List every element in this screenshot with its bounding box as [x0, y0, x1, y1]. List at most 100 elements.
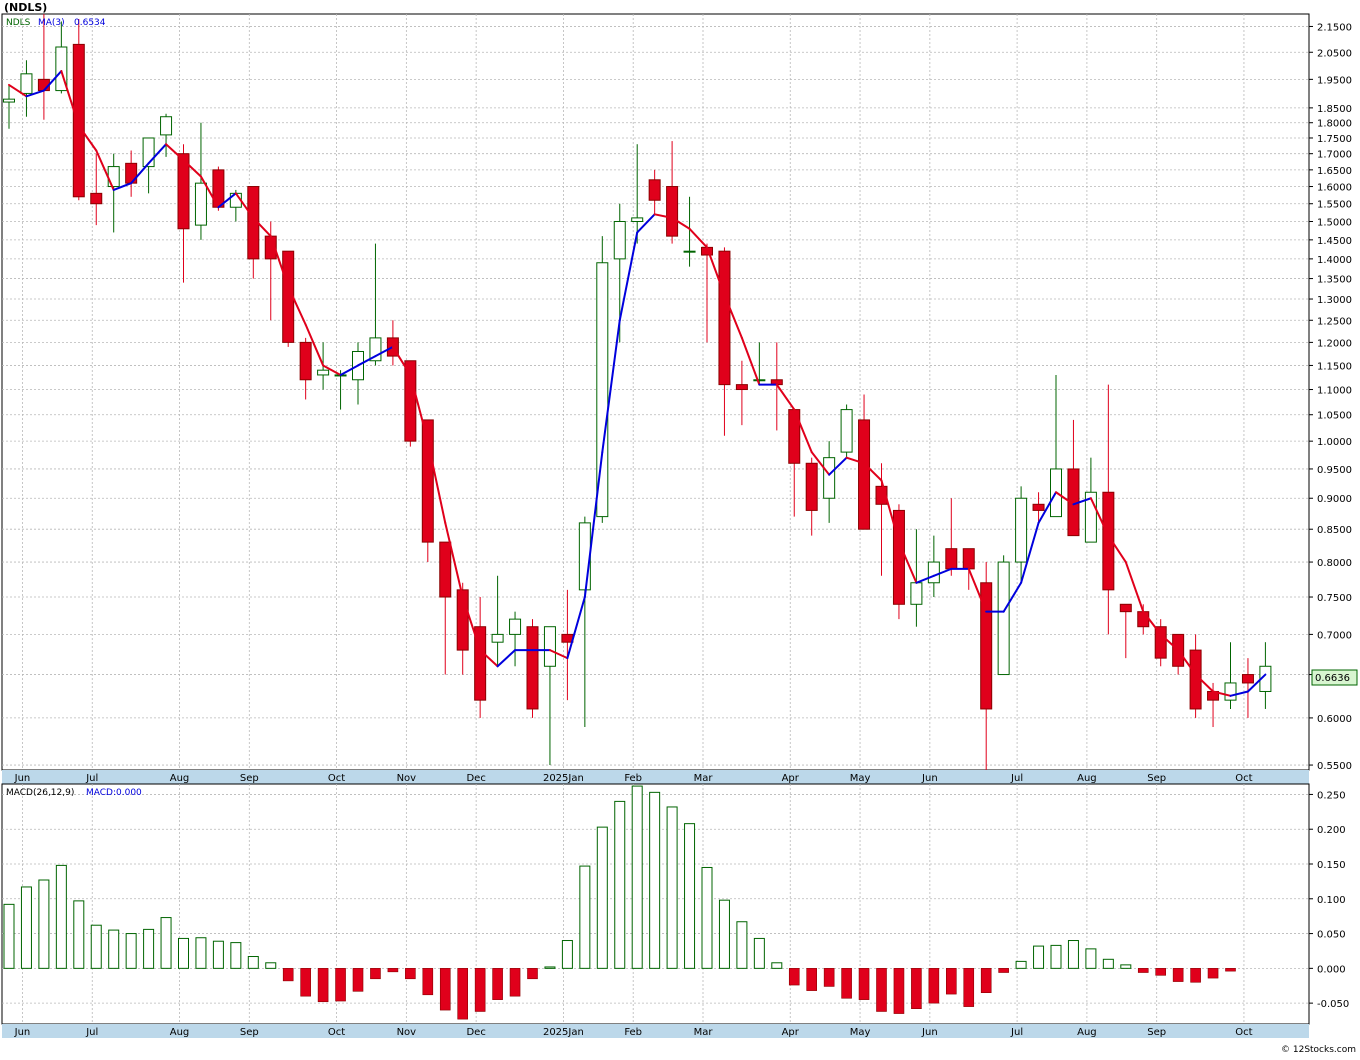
macd-bar: [980, 968, 992, 993]
candle-body: [404, 360, 417, 442]
macd-bar: [1033, 945, 1045, 969]
stock-chart: (NDLS) 0.55000.60000.65000.70000.75000.8…: [1, 1, 1358, 1055]
macd-bar: [1050, 944, 1062, 969]
macd-month-label: Aug: [1077, 1027, 1097, 1038]
price-month-label: Feb: [624, 773, 642, 784]
macd-tick-label: 0.100: [1317, 895, 1346, 906]
macd-bar: [509, 968, 521, 997]
candle-body: [648, 179, 661, 201]
price-month-label: Jun: [14, 773, 31, 784]
macd-bar: [718, 899, 730, 969]
price-tick-label: 1.7000: [1317, 150, 1352, 161]
macd-tick-label: 0.200: [1317, 825, 1346, 836]
macd-bar: [736, 921, 748, 969]
macd-bar: [596, 826, 608, 969]
macd-bar: [666, 806, 678, 969]
macd-bar: [945, 968, 957, 995]
macd-month-label: Oct: [1235, 1027, 1252, 1038]
macd-bar: [631, 785, 643, 969]
candle-body: [718, 250, 731, 386]
macd-bar: [579, 865, 591, 969]
candle-body: [1224, 682, 1237, 701]
macd-bar: [527, 968, 538, 980]
macd-tick-label: -0.050: [1317, 999, 1349, 1010]
macd-bar: [422, 968, 434, 996]
macd-bar: [858, 968, 870, 1000]
macd-bar: [649, 791, 661, 969]
macd-bar: [1137, 968, 1149, 973]
macd-y-axis: -0.050 0.000 0.050 0.100 0.150 0.200 0.250: [1309, 790, 1349, 1010]
price-tick-label: 1.1000: [1317, 386, 1352, 397]
macd-bar: [1015, 960, 1027, 969]
price-panel: 0.55000.60000.65000.70000.75000.80000.85…: [1, 13, 1358, 784]
macd-month-label: Oct: [328, 1027, 345, 1038]
price-tick-label: 1.9500: [1317, 75, 1352, 86]
macd-bar: [178, 937, 189, 969]
macd-tick-label: 0.150: [1317, 860, 1346, 871]
macd-bar: [1155, 968, 1166, 976]
candle-body: [840, 409, 853, 453]
price-month-label: Jul: [85, 773, 98, 784]
macd-bar: [195, 937, 207, 969]
price-month-label: Aug: [170, 773, 190, 784]
macd-bar: [73, 900, 85, 969]
candle-body: [526, 626, 539, 710]
candle-body: [631, 217, 644, 222]
macd-month-label: Aug: [170, 1027, 190, 1038]
candle: [840, 404, 853, 458]
candle: [997, 555, 1010, 676]
candle-body: [3, 98, 15, 103]
macd-bar: [841, 968, 852, 999]
candle-body: [735, 384, 748, 391]
candle-body: [1032, 503, 1045, 511]
macd-bar: [771, 962, 783, 969]
price-tick-label: 1.1500: [1317, 361, 1352, 372]
candle-body: [1119, 603, 1132, 613]
price-tick-label: 0.9000: [1317, 494, 1352, 505]
macd-bar: [405, 968, 416, 980]
macd-bar: [911, 968, 922, 1009]
ticker-label: (NDLS): [4, 1, 47, 14]
macd-bar: [474, 968, 486, 1012]
macd-bar: [1067, 940, 1079, 969]
macd-tick-label: 0.250: [1317, 790, 1346, 801]
price-tick-label: 2.1500: [1317, 22, 1352, 33]
macd-bar: [561, 940, 573, 969]
macd-bar: [788, 968, 800, 986]
candle-body: [90, 192, 103, 205]
candle-body: [20, 73, 33, 94]
macd-month-label: Sep: [240, 1027, 259, 1038]
macd-bar: [90, 924, 102, 969]
last-price-tag: 0.6636: [1311, 669, 1358, 686]
footer-credit: © 12Stocks.com: [1281, 1045, 1356, 1055]
price-y-axis: 0.55000.60000.65000.70000.75000.80000.85…: [1309, 22, 1352, 772]
price-tick-label: 1.3500: [1317, 275, 1352, 286]
macd-tick-label: 0.050: [1317, 930, 1346, 941]
macd-bar: [143, 928, 155, 969]
price-tick-label: 1.3000: [1317, 295, 1352, 306]
macd-month-label: Jul: [85, 1027, 98, 1038]
price-tick-label: 1.4000: [1317, 255, 1352, 266]
price-tick-label: 1.4500: [1317, 236, 1352, 247]
candle-body: [892, 509, 905, 605]
price-month-label: Mar: [694, 773, 714, 784]
candle-body: [509, 618, 522, 635]
price-tick-label: 1.5500: [1317, 200, 1352, 211]
price-tick-label: 0.7500: [1317, 593, 1352, 604]
macd-bar: [1225, 968, 1236, 972]
macd-bar: [753, 937, 765, 969]
macd-month-label: Jun: [14, 1027, 31, 1038]
candle-body: [1015, 497, 1028, 563]
macd-bar: [3, 903, 15, 969]
price-legend: NDLS MA(3) 0.6534: [6, 18, 106, 28]
candle-body: [543, 626, 556, 667]
macd-month-label: May: [850, 1027, 871, 1038]
price-tick-label: 1.6500: [1317, 166, 1352, 177]
macd-legend-value: MACD:0.000: [86, 788, 142, 798]
macd-month-label: Feb: [624, 1027, 642, 1038]
candle-body: [613, 220, 626, 260]
macd-bar: [20, 886, 32, 969]
macd-bar: [806, 968, 818, 991]
macd-bar: [963, 968, 975, 1007]
price-month-label: Nov: [397, 773, 417, 784]
